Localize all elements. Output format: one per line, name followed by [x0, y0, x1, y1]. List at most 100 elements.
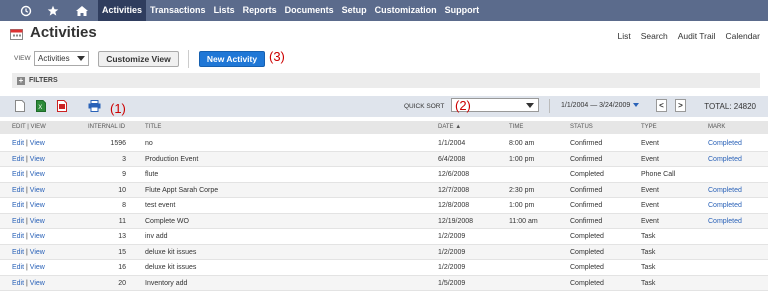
quick-sort-label: QUICK SORT	[404, 103, 445, 110]
nav-activities[interactable]: Activities	[98, 0, 147, 21]
activity-title: Complete WO	[145, 217, 189, 225]
nav-transactions[interactable]: Transactions	[146, 0, 210, 21]
internal-id: 11	[118, 217, 126, 225]
activity-title: no	[145, 140, 153, 147]
internal-id: 15	[118, 248, 126, 256]
table-row: Edit | View 20 Inventory add 1/5/2009 Comple…	[0, 275, 768, 291]
audit-trail-link[interactable]: Audit Trail	[678, 31, 716, 41]
view-link[interactable]: View	[30, 249, 45, 256]
view-link[interactable]: View	[30, 156, 45, 163]
edit-view-links: Edit | View	[12, 218, 45, 225]
activity-type: Event	[641, 202, 659, 209]
view-link[interactable]: View	[30, 140, 45, 147]
activity-date: 1/1/2004	[438, 140, 466, 147]
edit-view-links: Edit | View	[12, 249, 45, 256]
col-title[interactable]: TITLE	[145, 124, 161, 130]
nav-support[interactable]: Support	[441, 0, 484, 21]
filters-label: FILTERS	[29, 77, 58, 84]
edit-link[interactable]: Edit	[12, 264, 24, 271]
edit-link[interactable]: Edit	[12, 156, 24, 163]
edit-link[interactable]: Edit	[12, 280, 24, 287]
internal-id: 20	[118, 279, 126, 287]
recent-icon[interactable]	[16, 0, 36, 21]
activity-status: Completed	[570, 279, 604, 287]
edit-link[interactable]: Edit	[12, 202, 24, 209]
next-page-button[interactable]: >	[675, 99, 686, 112]
nav-lists[interactable]: Lists	[210, 0, 239, 21]
nav-customization[interactable]: Customization	[371, 0, 441, 21]
edit-link[interactable]: Edit	[12, 233, 24, 240]
header-links: List Search Audit Trail Calendar	[618, 31, 760, 41]
date-range-text: 1/1/2004 — 3/24/2009	[561, 102, 631, 109]
col-mark[interactable]: MARK	[708, 124, 725, 130]
nav-documents[interactable]: Documents	[281, 0, 338, 21]
view-link[interactable]: View	[30, 280, 45, 287]
activity-type: Event	[641, 186, 659, 194]
filters-bar[interactable]: + FILTERS	[12, 73, 760, 88]
mark-completed-link[interactable]: Completed	[708, 156, 742, 163]
date-range-selector[interactable]: 1/1/2004 — 3/24/2009	[561, 102, 640, 109]
divider	[188, 50, 189, 68]
mark-completed-link[interactable]: Completed	[708, 218, 742, 225]
col-status[interactable]: STATUS	[570, 124, 593, 130]
activity-status: Confirmed	[570, 140, 603, 147]
edit-view-links: Edit | View	[12, 156, 45, 163]
nav-setup[interactable]: Setup	[338, 0, 371, 21]
calendar-link[interactable]: Calendar	[726, 31, 761, 41]
print-icon[interactable]	[88, 100, 101, 112]
pdf-export-icon[interactable]	[57, 100, 67, 112]
view-link[interactable]: View	[30, 218, 45, 225]
col-date-label: DATE	[438, 124, 454, 130]
view-link[interactable]: View	[30, 187, 45, 194]
edit-link[interactable]: Edit	[12, 218, 24, 225]
col-internal-id[interactable]: INTERNAL ID	[88, 124, 125, 130]
new-activity-button[interactable]: New Activity	[199, 51, 265, 67]
customize-view-button[interactable]: Customize View	[98, 51, 179, 67]
activity-status: Completed	[570, 248, 604, 256]
excel-export-icon[interactable]: X	[36, 100, 46, 112]
new-file-icon[interactable]	[15, 100, 25, 112]
activity-title: Inventory add	[145, 279, 188, 287]
view-link[interactable]: View	[30, 171, 45, 178]
star-icon[interactable]	[43, 0, 63, 21]
internal-id: 3	[122, 155, 126, 163]
table-row: Edit | View 10 Flute Appt Sarah Corpe 12/7/…	[0, 182, 768, 198]
mark-completed-link[interactable]: Completed	[708, 187, 742, 194]
internal-id: 16	[118, 264, 126, 271]
activity-date: 6/4/2008	[438, 155, 466, 163]
view-link[interactable]: View	[30, 233, 45, 240]
home-icon[interactable]	[72, 0, 92, 21]
internal-id: 1596	[110, 140, 126, 147]
activity-date: 12/19/2008	[438, 217, 474, 225]
view-link[interactable]: View	[30, 264, 45, 271]
list-link[interactable]: List	[618, 31, 631, 41]
activity-title: deluxe kit issues	[145, 264, 197, 271]
col-date[interactable]: DATE ▲	[438, 124, 461, 130]
view-label: VIEW	[14, 55, 31, 62]
edit-link[interactable]: Edit	[12, 187, 24, 194]
mark-completed-link[interactable]: Completed	[708, 202, 742, 209]
activity-time: 2:30 pm	[509, 186, 535, 194]
mark-completed-link[interactable]: Completed	[708, 140, 742, 147]
table-row: Edit | View 13 inv add 1/2/2009 Completed Tas…	[0, 229, 768, 245]
nav-reports[interactable]: Reports	[239, 0, 281, 21]
activity-title: inv add	[145, 233, 168, 240]
table-row: Edit | View 15 deluxe kit issues 1/2/2009 Co…	[0, 244, 768, 260]
view-link[interactable]: View	[30, 202, 45, 209]
activity-date: 12/6/2008	[438, 171, 470, 178]
col-edit-view: EDIT | VIEW	[12, 124, 46, 130]
activity-title: deluxe kit issues	[145, 248, 197, 256]
edit-link[interactable]: Edit	[12, 171, 24, 178]
edit-link[interactable]: Edit	[12, 249, 24, 256]
view-select[interactable]: Activities	[34, 51, 89, 66]
previous-page-button[interactable]: <	[656, 99, 667, 112]
activity-status: Completed	[570, 171, 604, 178]
col-type[interactable]: TYPE	[641, 124, 657, 130]
plus-icon: +	[17, 75, 25, 85]
annotation-2: (2)	[455, 98, 471, 113]
annotation-1: (1)	[110, 101, 126, 116]
col-time[interactable]: TIME	[509, 124, 523, 130]
edit-link[interactable]: Edit	[12, 140, 24, 147]
table-row: Edit | View 16 deluxe kit issues 1/2/2009 Co…	[0, 260, 768, 276]
search-link[interactable]: Search	[641, 31, 668, 41]
